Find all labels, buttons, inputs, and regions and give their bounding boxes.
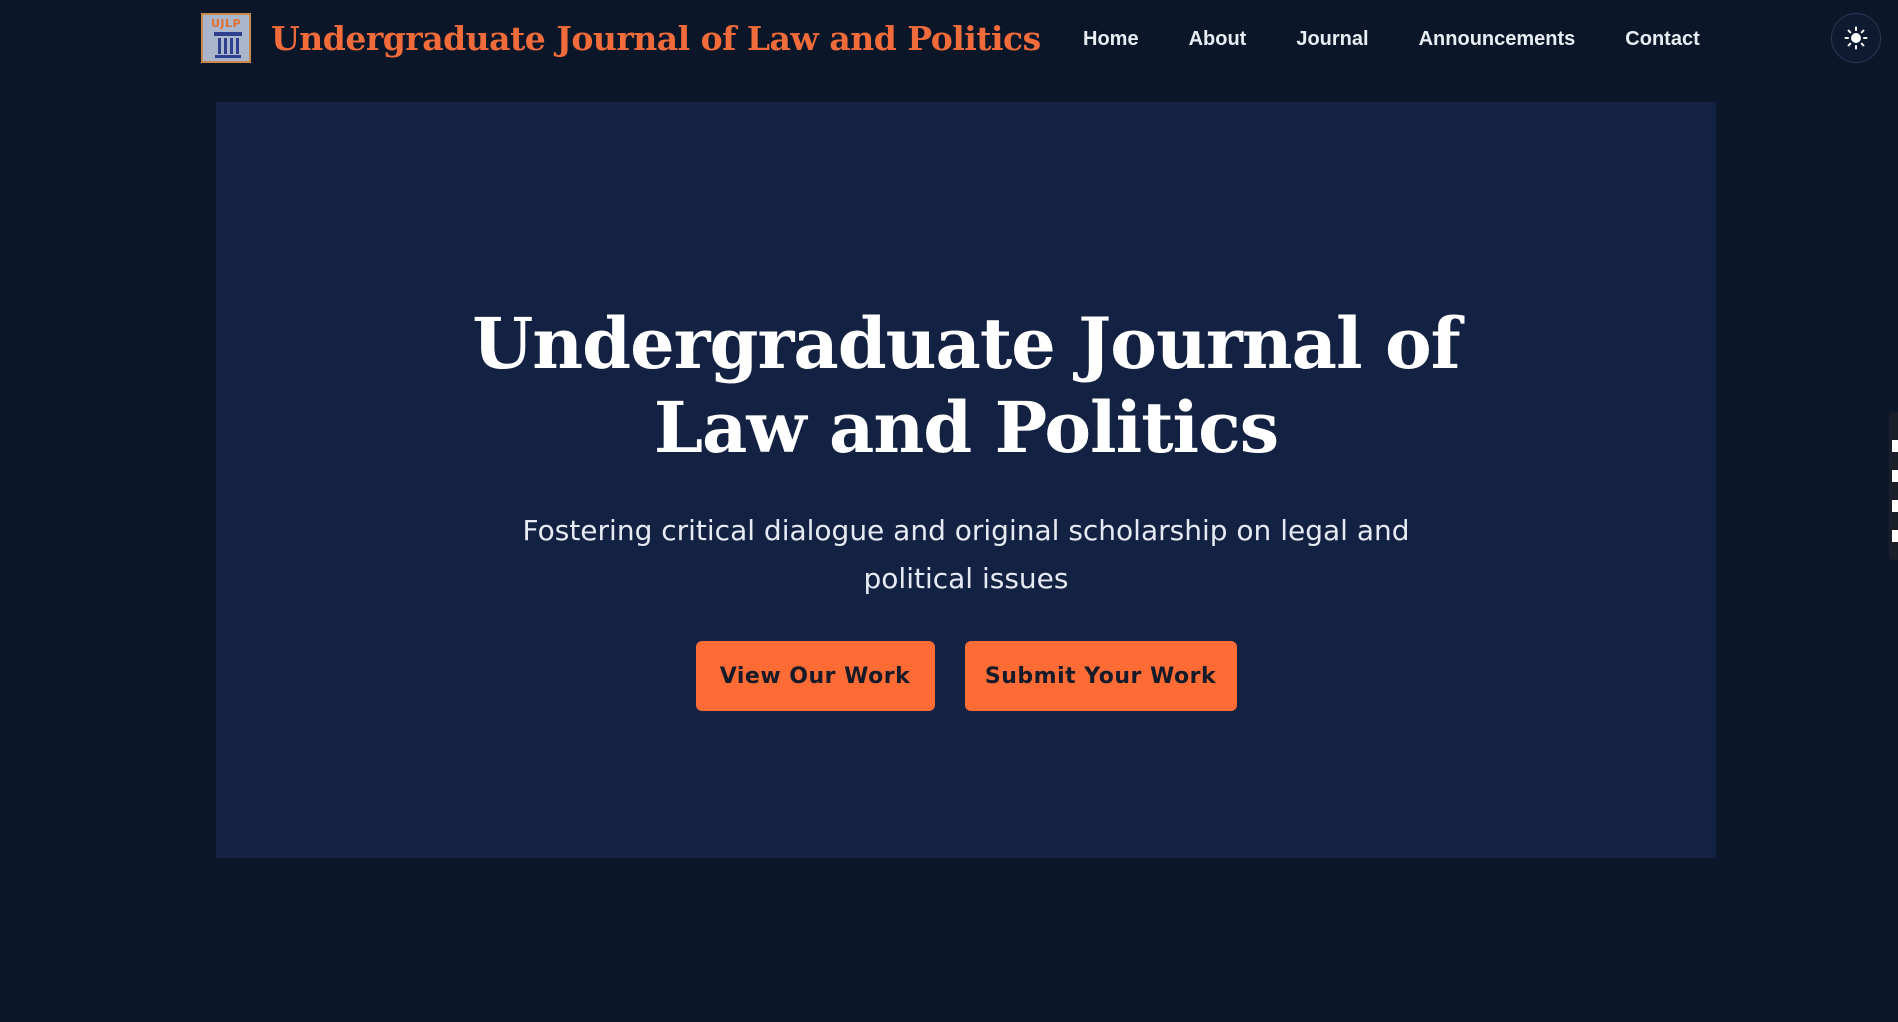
submit-your-work-button[interactable]: Submit Your Work [964, 641, 1237, 711]
nav-contact[interactable]: Contact [1625, 28, 1699, 51]
nav-announcements[interactable]: Announcements [1419, 28, 1576, 51]
column-icon [214, 32, 242, 58]
theme-toggle-button[interactable] [1831, 13, 1881, 63]
nav-home[interactable]: Home [1083, 28, 1139, 51]
main-nav: Home About Journal Announcements Contact [1083, 0, 1700, 78]
hero-actions: View Our Work Submit Your Work [216, 641, 1716, 711]
hero-subtitle: Fostering critical dialogue and original… [522, 514, 1410, 595]
hero-title: Undergraduate Journal of Law and Politic… [472, 302, 1461, 469]
nav-journal[interactable]: Journal [1296, 28, 1368, 51]
nav-about[interactable]: About [1189, 28, 1247, 51]
side-toolbar-icon [1892, 470, 1898, 482]
side-toolbar-icon [1892, 440, 1898, 452]
side-toolbar-icon [1892, 500, 1898, 512]
side-toolbar-tab[interactable] [1889, 412, 1898, 560]
brand[interactable]: UJLP Undergraduate Journal of Law and Po… [201, 13, 1041, 63]
top-navbar: UJLP Undergraduate Journal of Law and Po… [0, 0, 1898, 78]
logo-text: UJLP [210, 17, 242, 30]
journal-logo: UJLP [201, 13, 251, 63]
sun-icon [1844, 26, 1868, 50]
side-toolbar-icon [1892, 530, 1898, 542]
hero-section: Undergraduate Journal of Law and Politic… [216, 102, 1716, 858]
site-title[interactable]: Undergraduate Journal of Law and Politic… [271, 19, 1041, 58]
view-our-work-button[interactable]: View Our Work [695, 641, 935, 711]
